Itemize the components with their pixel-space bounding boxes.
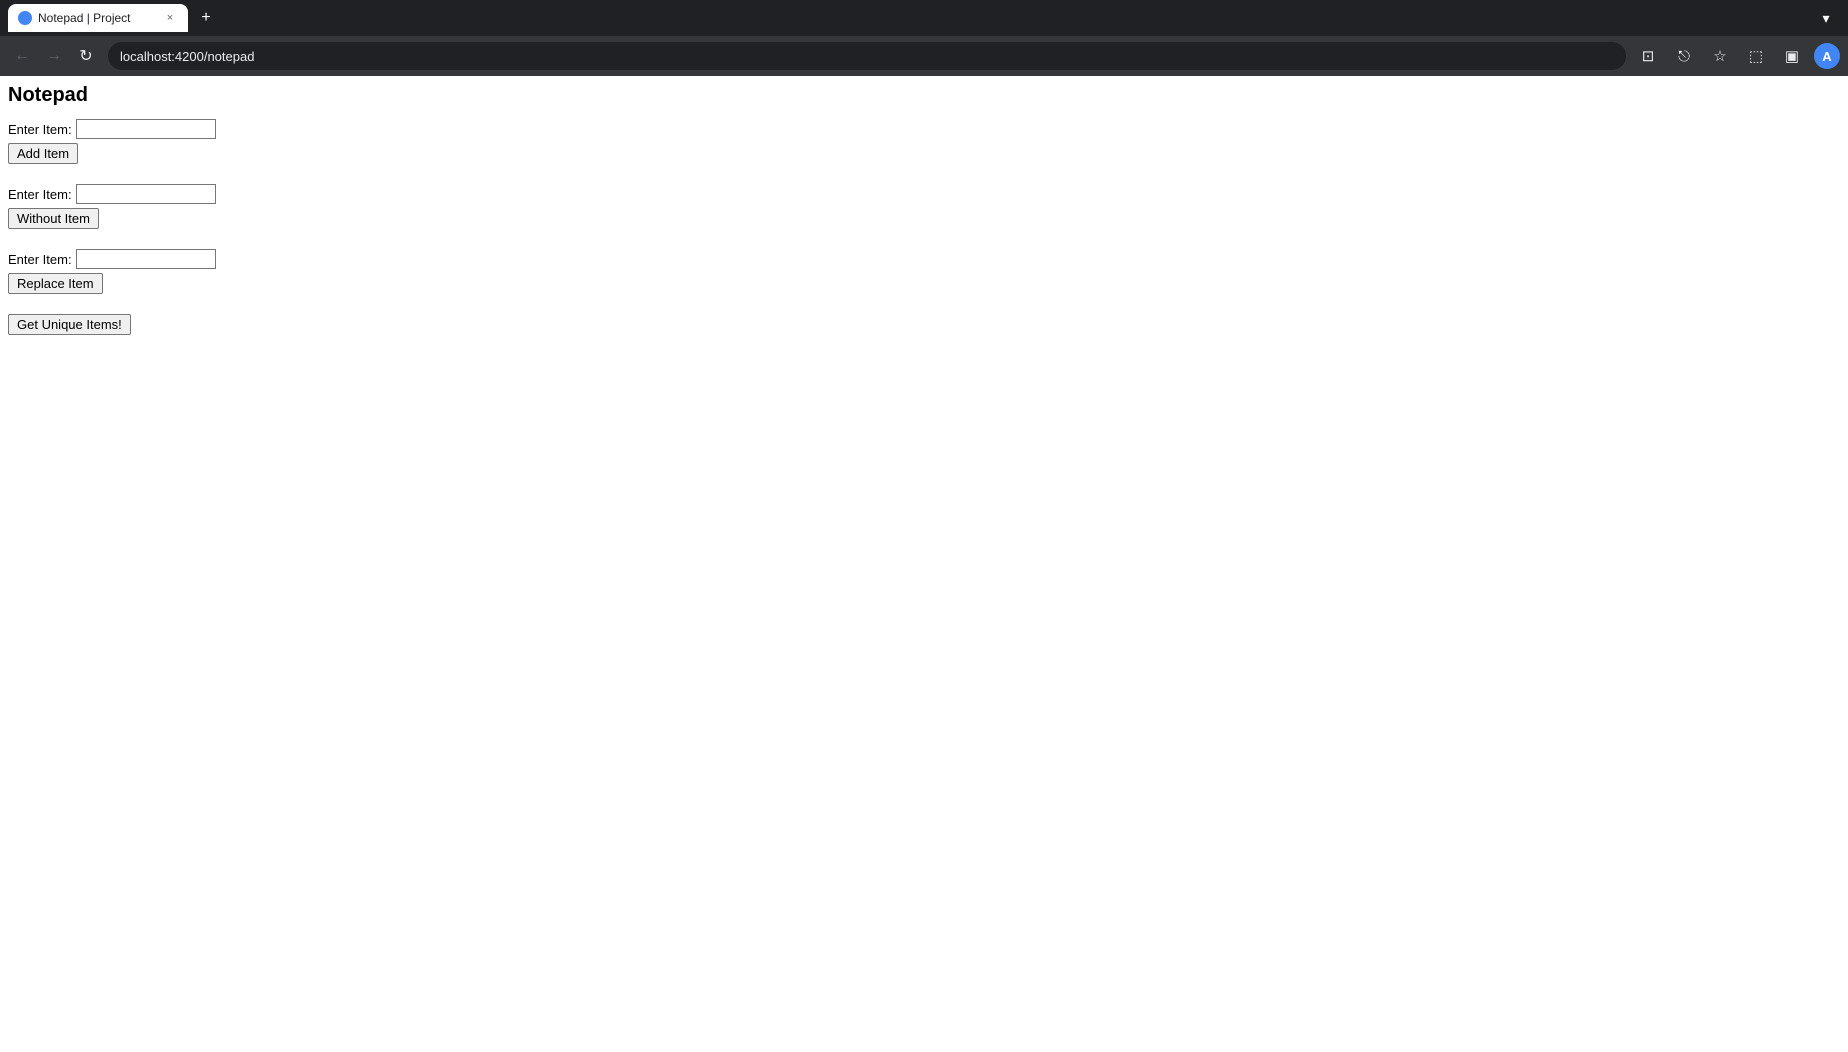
browser-tab[interactable]: Notepad | Project × bbox=[8, 4, 188, 32]
get-unique-section: Get Unique Items! bbox=[8, 314, 1840, 335]
tab-title: Notepad | Project bbox=[38, 11, 156, 25]
get-unique-button[interactable]: Get Unique Items! bbox=[8, 314, 131, 335]
replace-item-label: Enter Item: bbox=[8, 252, 72, 267]
add-item-section: Enter Item: Add Item bbox=[8, 119, 1840, 164]
without-item-row: Enter Item: bbox=[8, 184, 1840, 204]
tab-bar: Notepad | Project × + ▾ bbox=[0, 0, 1848, 36]
extensions-icon[interactable]: ⬚ bbox=[1742, 42, 1770, 70]
add-item-row: Enter Item: bbox=[8, 119, 1840, 139]
browser-chrome: Notepad | Project × + ▾ ← → ↻ localhost:… bbox=[0, 0, 1848, 76]
without-item-label: Enter Item: bbox=[8, 187, 72, 202]
refresh-button[interactable]: ↻ bbox=[72, 42, 100, 70]
tab-close-button[interactable]: × bbox=[162, 10, 178, 26]
tab-favicon-icon bbox=[18, 11, 32, 25]
without-item-input[interactable] bbox=[76, 184, 216, 204]
address-bar-row: ← → ↻ localhost:4200/notepad ⊡ ⎋ ☆ ⬚ ▣ A bbox=[0, 36, 1848, 76]
toolbar-icons: ⊡ ⎋ ☆ ⬚ ▣ A bbox=[1634, 42, 1840, 70]
tab-list-button[interactable]: ▾ bbox=[1812, 4, 1840, 32]
add-item-label: Enter Item: bbox=[8, 122, 72, 137]
replace-item-row: Enter Item: bbox=[8, 249, 1840, 269]
page-title: Notepad bbox=[8, 84, 1840, 107]
without-item-section: Enter Item: Without Item bbox=[8, 184, 1840, 229]
replace-item-button[interactable]: Replace Item bbox=[8, 273, 103, 294]
address-bar[interactable]: localhost:4200/notepad bbox=[108, 42, 1626, 70]
replace-item-section: Enter Item: Replace Item bbox=[8, 249, 1840, 294]
profile-button[interactable]: A bbox=[1814, 43, 1840, 69]
replace-item-input[interactable] bbox=[76, 249, 216, 269]
without-item-button[interactable]: Without Item bbox=[8, 208, 99, 229]
add-item-button[interactable]: Add Item bbox=[8, 143, 78, 164]
page-content: Notepad Enter Item: Add Item Enter Item:… bbox=[0, 76, 1848, 363]
reader-mode-icon[interactable]: ⊡ bbox=[1634, 42, 1662, 70]
address-text: localhost:4200/notepad bbox=[120, 49, 254, 64]
sidebar-icon[interactable]: ▣ bbox=[1778, 42, 1806, 70]
share-icon[interactable]: ⎋ bbox=[1670, 42, 1698, 70]
back-button[interactable]: ← bbox=[8, 42, 36, 70]
bookmark-icon[interactable]: ☆ bbox=[1706, 42, 1734, 70]
new-tab-button[interactable]: + bbox=[192, 4, 220, 32]
forward-button[interactable]: → bbox=[40, 42, 68, 70]
add-item-input[interactable] bbox=[76, 119, 216, 139]
